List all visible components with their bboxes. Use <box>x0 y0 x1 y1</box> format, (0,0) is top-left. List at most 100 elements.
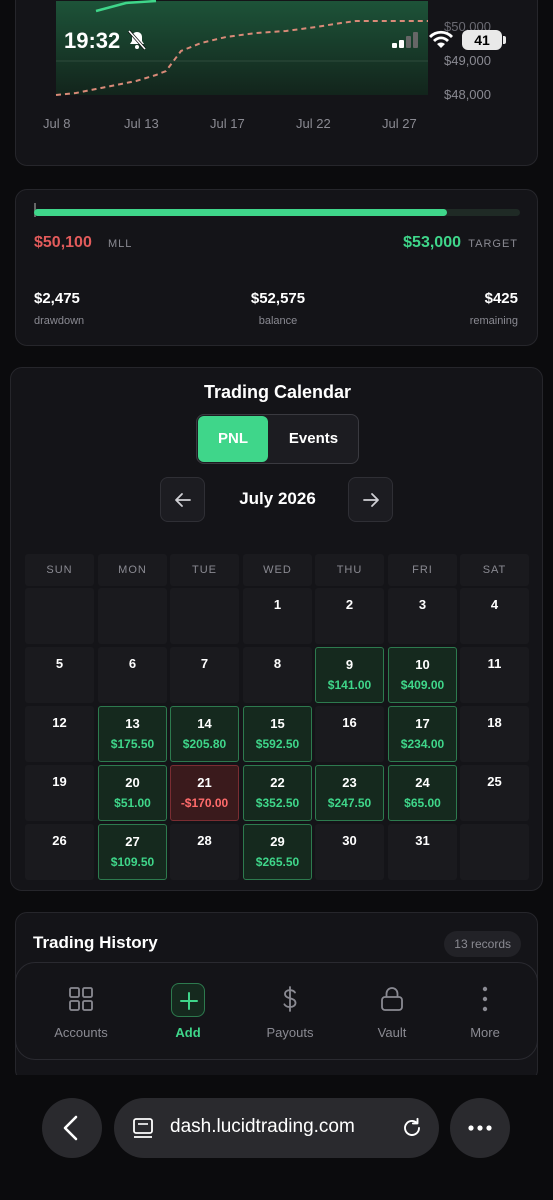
trading-calendar-card: Trading Calendar PNL Events July 2026 SU… <box>10 367 543 891</box>
weekday-header: SAT <box>460 554 529 586</box>
calendar-day-cell[interactable]: 10 $409.00 <box>388 647 457 703</box>
bell-muted-icon <box>127 30 147 55</box>
calendar-day-cell[interactable]: 12 <box>25 706 94 762</box>
calendar-empty-cell <box>25 588 94 644</box>
stat-label: balance <box>258 315 298 327</box>
tab-more[interactable]: More <box>440 963 530 1061</box>
status-bar: 19:32 41 <box>0 0 553 80</box>
stat-value: $425 <box>484 290 518 307</box>
day-number: 26 <box>52 833 67 848</box>
calendar-day-cell[interactable]: 11 <box>460 647 529 703</box>
calendar-day-cell[interactable]: 23 $247.50 <box>315 765 384 821</box>
calendar-day-cell[interactable]: 20 $51.00 <box>98 765 167 821</box>
calendar-day-cell[interactable]: 19 <box>25 765 94 821</box>
calendar-day-cell[interactable]: 18 <box>460 706 529 762</box>
browser-toolbar: dash.lucidtrading.com <box>0 1075 553 1200</box>
calendar-day-cell[interactable]: 1 <box>243 588 312 644</box>
progress-fill <box>34 209 448 216</box>
calendar-day-cell[interactable]: 13 $175.50 <box>98 706 167 762</box>
calendar-day-cell[interactable]: 7 <box>170 647 239 703</box>
stat-balance: $52,575 balance <box>246 290 310 327</box>
toggle-pnl-button[interactable]: PNL <box>198 416 268 462</box>
toggle-events-button[interactable]: Events <box>269 416 358 462</box>
calendar-empty-cell <box>170 588 239 644</box>
browser-back-button[interactable] <box>42 1098 102 1158</box>
tabs-overview-icon <box>133 1118 153 1138</box>
browser-more-button[interactable] <box>450 1098 510 1158</box>
address-bar[interactable]: dash.lucidtrading.com <box>114 1098 439 1158</box>
target-progress-card: $50,100 MLL $53,000 TARGET $2,475 drawdo… <box>15 189 538 346</box>
calendar-day-cell[interactable]: 9 $141.00 <box>315 647 384 703</box>
day-number: 10 <box>415 657 430 672</box>
day-number: 25 <box>487 774 502 789</box>
x-tick-label: Jul 22 <box>296 116 331 131</box>
x-tick-label: Jul 8 <box>43 116 70 131</box>
calendar-day-cell[interactable]: 2 <box>315 588 384 644</box>
records-count-badge: 13 records <box>444 931 521 957</box>
weekday-header: FRI <box>388 554 457 586</box>
tab-payouts[interactable]: Payouts <box>245 963 335 1061</box>
calendar-day-cell[interactable]: 24 $65.00 <box>388 765 457 821</box>
stat-value: $2,475 <box>34 290 80 307</box>
calendar-day-cell[interactable]: 28 <box>170 824 239 880</box>
day-number: 29 <box>270 834 285 849</box>
day-number: 30 <box>342 833 357 848</box>
reload-icon[interactable] <box>401 1117 423 1139</box>
calendar-day-cell[interactable]: 29 $265.50 <box>243 824 312 880</box>
calendar-day-cell[interactable]: 15 $592.50 <box>243 706 312 762</box>
day-pnl: $205.80 <box>182 737 227 751</box>
chevron-left-icon <box>63 1115 78 1141</box>
calendar-day-cell[interactable]: 22 $352.50 <box>243 765 312 821</box>
day-pnl: $141.00 <box>327 678 372 692</box>
calendar-day-cell[interactable]: 3 <box>388 588 457 644</box>
day-number: 14 <box>197 716 212 731</box>
day-pnl: $409.00 <box>400 678 445 692</box>
tab-label: Payouts <box>266 1025 314 1040</box>
day-number: 4 <box>490 597 499 612</box>
grid-icon <box>69 987 93 1011</box>
calendar-empty-cell <box>98 588 167 644</box>
tab-label: Add <box>175 1025 201 1040</box>
day-pnl: $352.50 <box>255 796 300 810</box>
day-number: 8 <box>273 656 282 671</box>
calendar-day-cell[interactable]: 25 <box>460 765 529 821</box>
weekday-header: THU <box>315 554 384 586</box>
arrow-right-icon <box>362 493 379 507</box>
tab-vault[interactable]: Vault <box>347 963 437 1061</box>
tab-add[interactable]: Add <box>143 963 233 1061</box>
calendar-day-cell[interactable]: 30 <box>315 824 384 880</box>
next-month-button[interactable] <box>348 477 393 522</box>
tab-accounts[interactable]: Accounts <box>36 963 126 1061</box>
tab-label: Vault <box>377 1025 407 1040</box>
day-number: 21 <box>197 775 212 790</box>
day-pnl: $592.50 <box>255 737 300 751</box>
calendar-day-cell[interactable]: 14 $205.80 <box>170 706 239 762</box>
calendar-day-cell[interactable]: 17 $234.00 <box>388 706 457 762</box>
url-text: dash.lucidtrading.com <box>170 1116 355 1137</box>
calendar-day-cell[interactable]: 4 <box>460 588 529 644</box>
x-tick-label: Jul 13 <box>124 116 159 131</box>
stat-remaining: $425 remaining <box>470 290 518 327</box>
calendar-day-cell[interactable]: 31 <box>388 824 457 880</box>
tab-label: Accounts <box>54 1025 108 1040</box>
weekday-header: SUN <box>25 554 94 586</box>
calendar-day-cell[interactable]: 5 <box>25 647 94 703</box>
calendar-day-cell[interactable]: 8 <box>243 647 312 703</box>
calendar-day-cell[interactable]: 16 <box>315 706 384 762</box>
day-pnl: $265.50 <box>255 855 300 869</box>
weekday-header: WED <box>243 554 312 586</box>
mll-label: MLL <box>108 238 133 250</box>
day-number: 15 <box>270 716 285 731</box>
more-vertical-icon <box>482 986 488 1012</box>
stat-value: $52,575 <box>250 290 306 307</box>
calendar-day-cell[interactable]: 21 -$170.00 <box>170 765 239 821</box>
mll-value: $50,100 <box>34 234 92 251</box>
day-number: 18 <box>487 715 502 730</box>
day-number: 13 <box>125 716 140 731</box>
calendar-empty-cell <box>460 824 529 880</box>
wifi-icon <box>428 30 454 55</box>
calendar-day-cell[interactable]: 6 <box>98 647 167 703</box>
prev-month-button[interactable] <box>160 477 205 522</box>
calendar-day-cell[interactable]: 27 $109.50 <box>98 824 167 880</box>
calendar-day-cell[interactable]: 26 <box>25 824 94 880</box>
